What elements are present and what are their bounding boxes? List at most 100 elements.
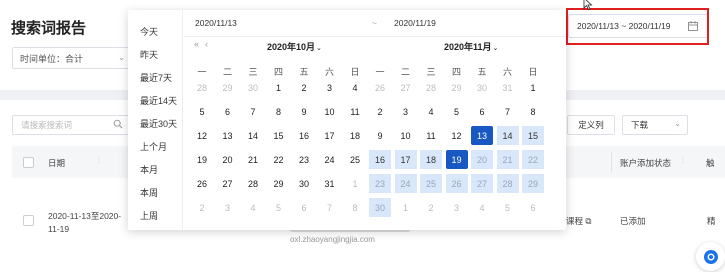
- day-cell[interactable]: 19: [445, 150, 468, 169]
- shortcut-this-week[interactable]: 本周: [140, 186, 158, 199]
- shortcut-this-month[interactable]: 本月: [140, 163, 158, 176]
- day-cell[interactable]: 29: [217, 78, 239, 97]
- day-cell[interactable]: 4: [242, 198, 264, 217]
- day-cell[interactable]: 25: [344, 150, 366, 169]
- day-cell[interactable]: 17: [319, 126, 341, 145]
- day-cell[interactable]: 27: [395, 78, 417, 97]
- day-cell[interactable]: 26: [191, 174, 213, 193]
- day-cell[interactable]: 12: [446, 126, 468, 145]
- prev-month-icon[interactable]: ‹: [205, 39, 208, 49]
- day-cell[interactable]: 11: [420, 126, 442, 145]
- day-cell[interactable]: 7: [242, 102, 264, 121]
- day-cell[interactable]: 20: [217, 150, 239, 169]
- day-cell[interactable]: 12: [191, 126, 213, 145]
- day-cell[interactable]: 1: [395, 198, 417, 217]
- day-cell[interactable]: 23: [293, 150, 315, 169]
- day-cell[interactable]: 10: [319, 102, 341, 121]
- day-cell[interactable]: 27: [217, 174, 239, 193]
- day-cell[interactable]: 28: [420, 78, 442, 97]
- day-cell[interactable]: 5: [268, 198, 290, 217]
- day-cell[interactable]: 29: [268, 174, 290, 193]
- day-cell[interactable]: 4: [420, 102, 442, 121]
- day-cell[interactable]: 8: [522, 102, 544, 121]
- end-date-input[interactable]: 2020/11/19: [394, 18, 436, 28]
- prev-year-icon[interactable]: «: [194, 39, 199, 49]
- day-cell[interactable]: 20: [471, 150, 493, 169]
- day-cell[interactable]: 28: [191, 78, 213, 97]
- shortcut-today[interactable]: 今天: [140, 25, 158, 38]
- day-cell[interactable]: 18: [420, 150, 442, 169]
- shortcut-last-30-days[interactable]: 最近30天: [140, 117, 177, 130]
- day-cell[interactable]: 29: [522, 174, 544, 193]
- day-cell[interactable]: 4: [471, 198, 493, 217]
- copy-icon[interactable]: ⧉: [585, 216, 591, 226]
- day-cell[interactable]: 3: [395, 102, 417, 121]
- day-cell[interactable]: 30: [293, 174, 315, 193]
- day-cell[interactable]: 31: [319, 174, 341, 193]
- day-cell[interactable]: 6: [522, 198, 544, 217]
- day-cell[interactable]: 28: [496, 174, 519, 193]
- shortcut-last-month[interactable]: 上个月: [140, 140, 167, 153]
- day-cell[interactable]: 7: [319, 198, 341, 217]
- search-icon[interactable]: [113, 119, 123, 129]
- row-checkbox[interactable]: [23, 215, 34, 226]
- day-cell[interactable]: 31: [497, 78, 519, 97]
- day-cell[interactable]: 1: [268, 78, 290, 97]
- day-cell[interactable]: 26: [445, 174, 468, 193]
- time-unit-select[interactable]: 时间单位：合计 ⌄: [12, 47, 132, 69]
- search-input[interactable]: 请搜索搜索词: [12, 115, 130, 135]
- day-cell[interactable]: 30: [369, 198, 391, 217]
- day-cell[interactable]: 3: [446, 198, 468, 217]
- day-cell[interactable]: 24: [319, 150, 341, 169]
- day-cell[interactable]: 14: [496, 126, 519, 145]
- start-date-input[interactable]: 2020/11/13: [195, 18, 237, 28]
- day-cell[interactable]: 1: [522, 78, 544, 97]
- day-cell[interactable]: 23: [369, 174, 391, 193]
- day-cell[interactable]: 29: [446, 78, 468, 97]
- filter-icon[interactable]: ⫶: [98, 156, 100, 166]
- day-cell[interactable]: 30: [471, 78, 493, 97]
- day-cell[interactable]: 8: [268, 102, 290, 121]
- day-cell[interactable]: 13: [471, 126, 493, 145]
- day-cell[interactable]: 17: [394, 150, 417, 169]
- left-month-title[interactable]: 2020年10月⌄: [267, 40, 322, 53]
- day-cell[interactable]: 16: [293, 126, 315, 145]
- column-header-date[interactable]: 日期: [48, 157, 65, 169]
- day-cell[interactable]: 11: [344, 102, 366, 121]
- chat-button[interactable]: [696, 242, 725, 271]
- day-cell[interactable]: 2: [191, 198, 213, 217]
- custom-columns-button[interactable]: 定义列: [567, 115, 615, 135]
- shortcut-last-14-days[interactable]: 最近14天: [140, 94, 177, 107]
- day-cell[interactable]: 24: [394, 174, 417, 193]
- download-select[interactable]: 下载 ⌄: [622, 115, 688, 135]
- day-cell[interactable]: 2: [293, 78, 315, 97]
- day-cell[interactable]: 6: [293, 198, 315, 217]
- shortcut-last-week[interactable]: 上周: [140, 209, 158, 222]
- day-cell[interactable]: 30: [242, 78, 264, 97]
- day-cell[interactable]: 7: [497, 102, 519, 121]
- day-cell[interactable]: 5: [497, 198, 519, 217]
- day-cell[interactable]: 5: [191, 102, 213, 121]
- day-cell[interactable]: 1: [344, 174, 366, 193]
- day-cell[interactable]: 10: [395, 126, 417, 145]
- day-cell[interactable]: 2: [420, 198, 442, 217]
- day-cell[interactable]: 4: [344, 78, 366, 97]
- day-cell[interactable]: 18: [344, 126, 366, 145]
- column-header-cut[interactable]: 触: [706, 157, 715, 169]
- day-cell[interactable]: 9: [293, 102, 315, 121]
- day-cell[interactable]: 6: [217, 102, 239, 121]
- day-cell[interactable]: 8: [344, 198, 366, 217]
- day-cell[interactable]: 21: [496, 150, 519, 169]
- column-header-account-status[interactable]: 账户添加状态: [620, 157, 671, 169]
- day-cell[interactable]: 21: [242, 150, 264, 169]
- day-cell[interactable]: 5: [446, 102, 468, 121]
- day-cell[interactable]: 22: [268, 150, 290, 169]
- filter-icon[interactable]: ⫶: [682, 156, 684, 166]
- day-cell[interactable]: 14: [242, 126, 264, 145]
- day-cell[interactable]: 2: [369, 102, 391, 121]
- day-cell[interactable]: 15: [522, 126, 544, 145]
- day-cell[interactable]: 25: [420, 174, 442, 193]
- day-cell[interactable]: 15: [268, 126, 290, 145]
- shortcut-yesterday[interactable]: 昨天: [140, 48, 158, 61]
- day-cell[interactable]: 6: [471, 102, 493, 121]
